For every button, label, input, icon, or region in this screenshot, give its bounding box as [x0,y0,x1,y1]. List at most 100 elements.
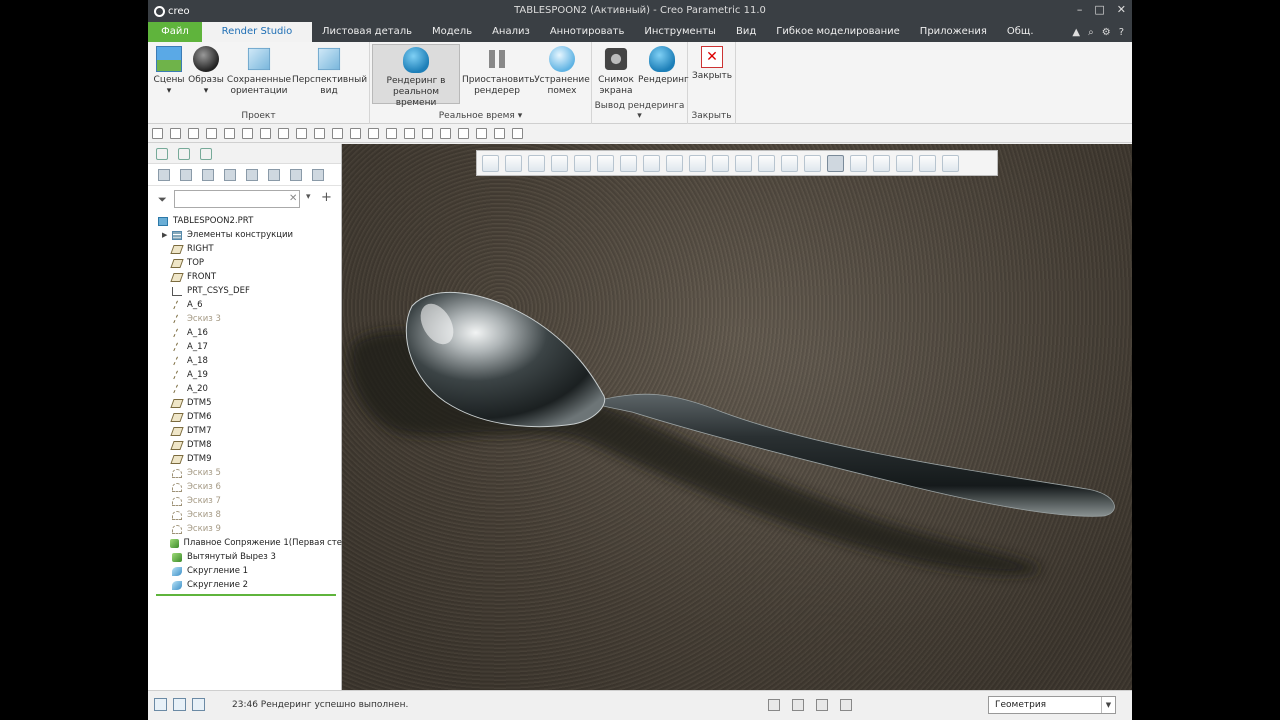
bracket-icon[interactable] [440,128,451,139]
tab-view[interactable]: Вид [726,22,766,42]
render-settings-icon[interactable] [873,154,890,172]
close-window-button[interactable]: ✕ [1117,3,1126,16]
save-icon[interactable] [296,128,307,139]
settings-icon[interactable]: ⚙ [1102,27,1111,38]
point-display-icon[interactable] [781,154,798,172]
select-icon[interactable] [350,128,361,139]
undo-regen-icon[interactable] [224,128,235,139]
tree-item[interactable]: ▶ Элементы конструкции [148,228,342,242]
tree-item[interactable]: DTM5 [148,396,342,410]
tree-item[interactable]: Эскиз 9 [148,522,342,536]
saved-orientations-button[interactable]: Сохраненные ориентации [226,44,292,106]
browser-toggle-icon[interactable] [173,698,186,711]
history-tab-icon[interactable] [200,147,212,160]
tab-applications[interactable]: Приложения [910,22,997,42]
appearance-view-icon[interactable] [689,154,706,172]
open-folder-icon[interactable] [278,128,289,139]
tree-layout-icon[interactable] [224,168,236,181]
maximize-button[interactable]: □ [1094,3,1104,16]
tree-item[interactable]: Эскиз 6 [148,480,342,494]
selection-box-icon[interactable] [816,699,828,711]
denoise-button[interactable]: Устранение помех [534,44,590,106]
zoom-out-icon[interactable] [528,154,545,172]
zoom-in-icon[interactable] [505,154,522,172]
selected-items-icon[interactable] [840,699,852,711]
render-button[interactable]: Рендеринг [638,44,689,106]
window-icon[interactable] [368,128,379,139]
tab-sheetmetal[interactable]: Листовая деталь [312,22,422,42]
tree-list-icon[interactable] [202,168,214,181]
annotation-display-icon[interactable] [850,154,867,172]
grid-icon[interactable] [422,128,433,139]
axis-display-icon[interactable] [758,154,775,172]
tree-item[interactable]: A_16 [148,326,342,340]
customize-toolbar-icon[interactable] [512,128,523,139]
datum-display-icon[interactable] [712,154,729,172]
view-manager-icon[interactable] [620,154,637,172]
search-icon[interactable]: ⌕ [1088,27,1094,38]
saved-orientations-icon[interactable] [597,154,614,172]
tree-item[interactable]: Плавное Сопряжение 1(Первая сте [148,536,342,550]
perspective-view-button[interactable]: Перспективный вид [292,44,367,106]
regen-status-icon[interactable] [768,699,780,711]
tree-item[interactable]: A_6 [148,298,342,312]
close-render-studio-button[interactable]: ✕ Закрыть [690,44,734,106]
section-icon[interactable] [666,154,683,172]
edit-icon[interactable] [206,128,217,139]
tree-item[interactable]: A_20 [148,382,342,396]
undo-icon[interactable] [314,128,325,139]
group-label-output[interactable]: Вывод рендеринга ▾ [592,101,687,121]
chevron-down-icon[interactable]: ▾ [306,192,311,202]
tree-item[interactable]: RIGHT [148,242,342,256]
images-button[interactable]: Образы ▾ [188,44,224,106]
settings-small-icon[interactable] [494,128,505,139]
graphics-viewport[interactable] [342,144,1132,690]
tab-annotate[interactable]: Аннотировать [540,22,635,42]
tab-analysis[interactable]: Анализ [482,22,540,42]
csys-display-icon[interactable] [804,154,821,172]
measure-icon[interactable] [476,128,487,139]
group-label-realtime[interactable]: Реальное время ▾ [370,111,591,121]
tree-item[interactable]: PRT_CSYS_DEF [148,284,342,298]
bracket-alt-icon[interactable] [458,128,469,139]
tab-file[interactable]: Файл [148,22,202,42]
tree-item[interactable]: Вытянутый Вырез 3 [148,550,342,564]
refit-icon[interactable] [482,154,499,172]
tree-item[interactable]: A_18 [148,354,342,368]
add-icon[interactable]: + [321,190,332,205]
cube-icon[interactable] [158,168,170,181]
filter-icon[interactable] [404,128,415,139]
tab-render-studio[interactable]: Render Studio [202,22,312,42]
regenerate-icon[interactable] [188,128,199,139]
clear-icon[interactable]: ✕ [289,193,297,204]
tree-item[interactable]: TOP [148,256,342,270]
realtime-render-button[interactable]: Рендеринг в реальном времени [372,44,460,108]
tree-item[interactable]: Эскиз 3 [148,312,342,326]
page-icon[interactable] [312,168,324,181]
tab-model[interactable]: Модель [422,22,482,42]
tree-search-input[interactable] [174,190,300,208]
help-icon[interactable]: ? [1119,27,1124,38]
tree-item[interactable]: DTM9 [148,452,342,466]
pause-view-icon[interactable] [919,154,936,172]
tree-item[interactable]: DTM6 [148,410,342,424]
chevron-down-icon[interactable]: ▼ [1101,697,1115,713]
tree-item[interactable]: Эскиз 7 [148,494,342,508]
insert-here-marker[interactable] [156,594,336,596]
tree-item[interactable]: Скругление 1 [148,564,342,578]
tree-filter-icon[interactable] [268,168,280,181]
plane-display-icon[interactable] [735,154,752,172]
find-icon[interactable] [792,699,804,711]
display-style-icon[interactable] [574,154,591,172]
tab-tools[interactable]: Инструменты [634,22,726,42]
stop-render-icon[interactable] [942,154,959,172]
selection-filter-select[interactable]: Геометрия ▼ [988,696,1116,714]
collapse-ribbon-icon[interactable]: ▲ [1072,27,1080,38]
tree-item[interactable]: FRONT [148,270,342,284]
funnel-icon[interactable]: ⏷ [158,193,167,207]
spin-center-icon[interactable] [827,154,844,172]
tree-root[interactable]: TABLESPOON2.PRT [148,214,342,228]
snapshot-button[interactable]: Снимок экрана [594,44,638,106]
tree-item[interactable]: DTM7 [148,424,342,438]
repaint-icon[interactable] [551,154,568,172]
